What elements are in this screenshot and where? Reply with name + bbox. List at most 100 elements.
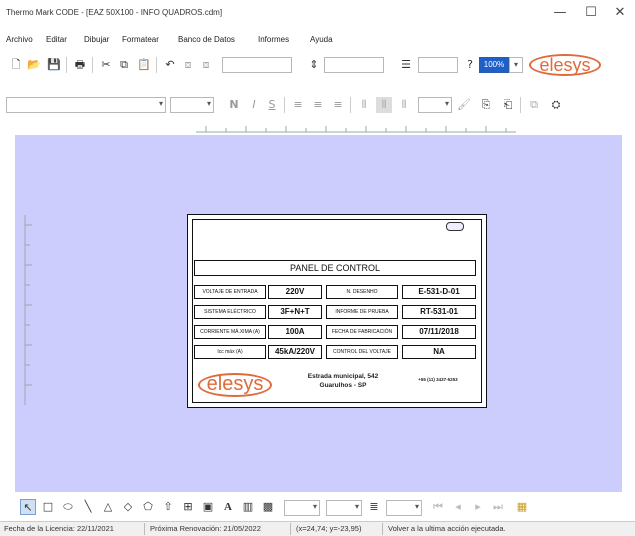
previous-record-icon[interactable]: ◂ [450,499,466,515]
menu-editar[interactable]: Editar [46,35,67,44]
last-record-icon[interactable]: ⏭ [490,499,506,515]
label-cell-voltage-control-value[interactable]: NA [402,345,476,359]
label-cell-date-value[interactable]: 07/11/2018 [402,325,476,339]
top-ruler [196,126,516,133]
database-icon[interactable]: ▦ [514,499,530,515]
align-right-icon[interactable]: ≡ [330,97,346,113]
table-icon[interactable]: ⊞ [180,499,196,515]
diamond-icon[interactable]: ◇ [120,499,136,515]
menu-banco-de-datos[interactable]: Banco de Datos [178,35,235,44]
arrow-shape-icon[interactable]: ⇧ [160,499,176,515]
mounting-slot-shape[interactable] [446,222,464,231]
label-cell-system-label[interactable]: SISTEMA ELÉCTRICO [194,305,266,319]
cursor-coordinates: (x=24,74; y=-23,95) [296,524,362,533]
menu-bar: Archivo Editar Dibujar Formatear Banco d… [0,34,635,48]
valign-bottom-icon[interactable]: ⫴ [396,97,412,113]
line-color-select[interactable]: ▾ [284,500,320,516]
zoom-select[interactable]: 100% [479,57,509,73]
paste-icon[interactable]: 📋 [136,57,152,73]
chevron-down-icon[interactable]: ▾ [509,57,523,73]
first-record-icon[interactable]: ⏮ [430,499,446,515]
italic-icon[interactable]: I [246,97,262,113]
line-width-icon[interactable]: ≣ [366,499,382,515]
toolbar-separator [350,97,351,113]
align-center-icon[interactable]: ≡ [310,97,326,113]
properties-icon[interactable]: ⛭ [548,97,564,113]
toolbar-separator [92,57,93,73]
menu-dibujar[interactable]: Dibujar [84,35,109,44]
menu-formatear[interactable]: Formatear [122,35,159,44]
barcode-icon[interactable]: ▥ [240,499,256,515]
line-width-select[interactable]: ▾ [386,500,422,516]
renewal-date: Próxima Renovación: 21/05/2022 [150,524,261,533]
paste-format-icon[interactable]: ⎗ [500,97,516,113]
size-field[interactable] [418,57,458,73]
undo-icon[interactable]: ↶ [162,57,178,73]
underline-icon[interactable]: S [264,97,280,113]
group-icon[interactable]: ⧉ [526,97,542,113]
label-cell-current-value[interactable]: 100A [268,325,322,339]
bold-icon[interactable]: N [226,97,242,113]
vertical-position-field[interactable] [324,57,384,73]
valign-middle-icon[interactable]: ⫴ [376,97,392,113]
open-folder-icon[interactable]: 📂 [26,57,42,73]
status-separator [290,523,291,535]
label-cell-icc-label[interactable]: Icc máx (A) [194,345,266,359]
font-size-select[interactable]: ▾ [170,97,214,113]
label-cell-voltage-value[interactable]: 220V [268,285,322,299]
vertical-align-icon[interactable]: ⇕ [306,57,322,73]
label-design[interactable]: PANEL DE CONTROL VOLTAJE DE ENTRADA 220V… [187,214,487,408]
polygon-icon[interactable]: ⬠ [140,499,156,515]
address-line-1[interactable]: Estrada municipal, 542 [288,373,398,380]
line-icon[interactable]: ╲ [80,499,96,515]
send-back-icon[interactable]: ⧈ [198,57,214,73]
copy-format-icon[interactable]: ⎘ [478,97,494,113]
label-cell-test-report-label[interactable]: INFORME DE PRUEBA [326,305,398,319]
label-cell-voltage-label[interactable]: VOLTAJE DE ENTRADA [194,285,266,299]
horizontal-position-field[interactable] [222,57,292,73]
cut-icon[interactable]: ✂ [98,57,114,73]
height-icon[interactable]: ☰ [398,57,414,73]
paint-bucket-icon[interactable]: 🖌 [456,97,472,113]
phone-number[interactable]: +55 (11) 3437-5253 [400,377,476,382]
copy-icon[interactable]: ⧉ [116,57,132,73]
label-cell-icc-value[interactable]: 45kA/220V [268,345,322,359]
image-icon[interactable]: ▣ [200,499,216,515]
window-title: Thermo Mark CODE - [EAZ 50X100 - INFO QU… [6,8,223,17]
label-cell-system-value[interactable]: 3F+N+T [268,305,322,319]
next-record-icon[interactable]: ▸ [470,499,486,515]
new-file-icon[interactable]: 🗋 [8,57,24,73]
help-pointer-icon[interactable]: ? [462,57,478,73]
bring-front-icon[interactable]: ⧈ [180,57,196,73]
save-icon[interactable]: 💾 [46,57,62,73]
label-cell-drawing-label[interactable]: N. DESENHO [326,285,398,299]
minimize-button[interactable]: — [546,2,574,24]
menu-archivo[interactable]: Archivo [6,35,33,44]
label-cell-date-label[interactable]: FECHA DE FABRICACIÓN [326,325,398,339]
ellipse-icon[interactable]: ⬭ [60,499,76,515]
license-date: Fecha de la Licencia: 22/11/2021 [4,524,114,533]
rectangle-icon[interactable]: □ [40,499,56,515]
text-tool-icon[interactable]: A [220,499,236,515]
panel-title[interactable]: PANEL DE CONTROL [194,260,476,276]
triangle-icon[interactable]: △ [100,499,116,515]
label-cell-drawing-value[interactable]: E-531-D-01 [402,285,476,299]
drawing-toolbar: ↖ □ ⬭ ╲ △ ◇ ⬠ ⇧ ⊞ ▣ A ▥ ▩ ▾ ▾ ≣ ▾ ⏮ ◂ ▸ … [0,496,635,518]
label-cell-current-label[interactable]: CORRIENTE MÁ.XIMA (A) [194,325,266,339]
address-line-2[interactable]: Guarulhos - SP [288,382,398,389]
label-cell-voltage-control-label[interactable]: CONTROL DEL VOLTAJE [326,345,398,359]
valign-top-icon[interactable]: ⫴ [356,97,372,113]
close-button[interactable]: ✕ [606,2,634,24]
qr-code-icon[interactable]: ▩ [260,499,276,515]
menu-informes[interactable]: Informes [258,35,289,44]
label-cell-test-report-value[interactable]: RT-531-01 [402,305,476,319]
maximize-button[interactable]: ☐ [577,2,605,24]
pointer-icon[interactable]: ↖ [20,499,36,515]
print-icon[interactable]: 🖶 [72,57,88,73]
menu-ayuda[interactable]: Ayuda [310,35,333,44]
font-family-select[interactable]: ▾ [6,97,166,113]
elesys-label-logo[interactable]: elesys [198,373,272,397]
align-left-icon[interactable]: ≡ [290,97,306,113]
fill-style-select[interactable]: ▾ [326,500,362,516]
fill-color-select[interactable]: ▾ [418,97,452,113]
